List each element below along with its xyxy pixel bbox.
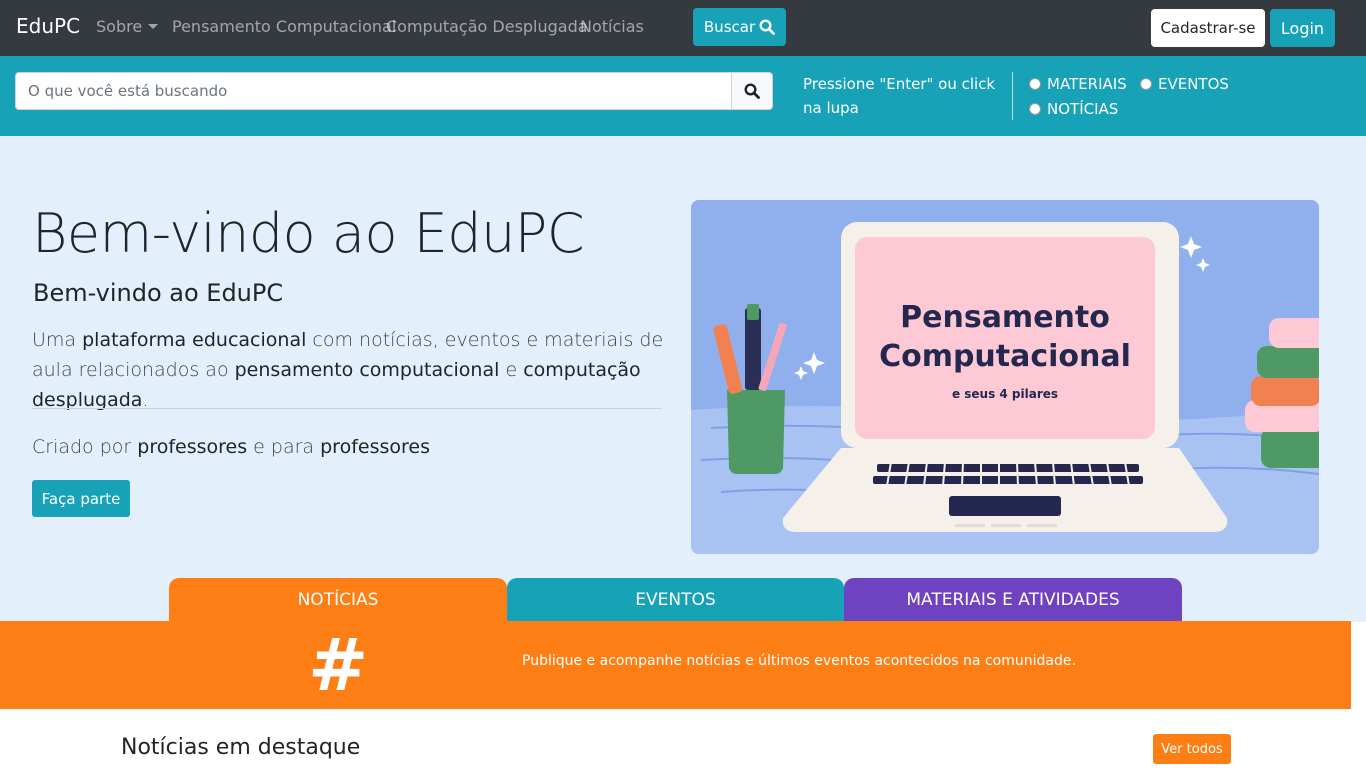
hero-title: Bem-vindo ao EduPC bbox=[32, 202, 585, 265]
made-text: Criado por bbox=[32, 436, 138, 458]
hero-jumbotron: Bem-vindo ao EduPC Bem-vindo ao EduPC Um… bbox=[0, 136, 1366, 622]
search-icon bbox=[744, 83, 760, 99]
search-submit-button[interactable] bbox=[731, 72, 773, 110]
ver-todos-button[interactable]: Ver todos bbox=[1153, 734, 1231, 764]
divider bbox=[1012, 72, 1013, 120]
search-hint: Pressione "Enter" ou click na lupa bbox=[803, 75, 996, 117]
chevron-down-icon bbox=[148, 24, 159, 29]
lead-emphasis: pensamento computacional bbox=[234, 359, 500, 381]
tab-noticias[interactable]: NOTÍCIAS bbox=[169, 578, 507, 622]
login-button[interactable]: Login bbox=[1270, 9, 1335, 47]
lead-emphasis: plataforma educacional bbox=[82, 329, 307, 351]
filter-noticias-radio[interactable]: NOTÍCIAS bbox=[1029, 100, 1118, 118]
category-tabs: NOTÍCIAS EVENTOS MATERIAIS E ATIVIDADES bbox=[0, 578, 1366, 622]
nav-noticias[interactable]: Notícias bbox=[580, 17, 644, 36]
laptop-illustration: Pensamento Computacional e seus 4 pilare… bbox=[691, 200, 1319, 554]
radio-circle-icon bbox=[1029, 78, 1041, 90]
lead-text: e bbox=[499, 359, 524, 381]
hero-lead: Uma plataforma educacional com notícias,… bbox=[32, 325, 672, 415]
filter-eventos-radio[interactable]: EVENTOS bbox=[1140, 75, 1229, 93]
nav-sobre-label: Sobre bbox=[96, 17, 143, 36]
made-emphasis: professores bbox=[320, 436, 430, 458]
buscar-label: Buscar bbox=[703, 18, 756, 36]
radio-circle-icon bbox=[1140, 78, 1152, 90]
noticias-banner: # Publique e acompanhe notícias e último… bbox=[0, 621, 1351, 709]
illustration-title-1: Pensamento bbox=[900, 300, 1110, 335]
radio-circle-icon bbox=[1029, 103, 1041, 115]
faca-parte-button[interactable]: Faça parte bbox=[32, 480, 130, 517]
filter-eventos-label: EVENTOS bbox=[1158, 75, 1229, 93]
hero-illustration: Pensamento Computacional e seus 4 pilare… bbox=[691, 200, 1319, 554]
nav-sobre-dropdown[interactable]: Sobre bbox=[96, 17, 159, 36]
search-input[interactable] bbox=[15, 72, 732, 110]
search-icon bbox=[759, 19, 776, 35]
illustration-title-2: Computacional bbox=[879, 339, 1131, 374]
search-bar: Pressione "Enter" ou click na lupa MATER… bbox=[0, 56, 1366, 136]
made-text: e para bbox=[247, 436, 321, 458]
lead-text: Uma bbox=[32, 329, 83, 351]
filter-noticias-label: NOTÍCIAS bbox=[1047, 100, 1119, 118]
illustration-caption: e seus 4 pilares bbox=[952, 387, 1058, 401]
tab-eventos[interactable]: EVENTOS bbox=[507, 578, 844, 622]
hero-divider bbox=[32, 408, 661, 409]
buscar-button[interactable]: Buscar bbox=[693, 8, 786, 46]
top-navbar: EduPC Sobre Pensamento Computacional Com… bbox=[0, 0, 1366, 56]
filter-materiais-radio[interactable]: MATERIAIS bbox=[1029, 75, 1127, 93]
nav-pensamento-computacional[interactable]: Pensamento Computacional bbox=[172, 17, 396, 36]
hero-subtitle: Bem-vindo ao EduPC bbox=[33, 279, 284, 307]
hero-created-by: Criado por professores e para professore… bbox=[32, 436, 430, 458]
hashtag-icon: # bbox=[308, 623, 369, 707]
tab-materiais-atividades[interactable]: MATERIAIS E ATIVIDADES bbox=[844, 578, 1182, 622]
banner-description: Publique e acompanhe notícias e últimos … bbox=[522, 653, 1076, 669]
filter-materiais-label: MATERIAIS bbox=[1047, 75, 1127, 93]
made-emphasis: professores bbox=[137, 436, 248, 458]
section-title: Notícias em destaque bbox=[121, 735, 361, 760]
nav-computacao-desplugada[interactable]: Computação Desplugada bbox=[386, 17, 588, 36]
brand-logo[interactable]: EduPC bbox=[16, 14, 80, 38]
cadastrar-button[interactable]: Cadastrar-se bbox=[1151, 9, 1265, 47]
